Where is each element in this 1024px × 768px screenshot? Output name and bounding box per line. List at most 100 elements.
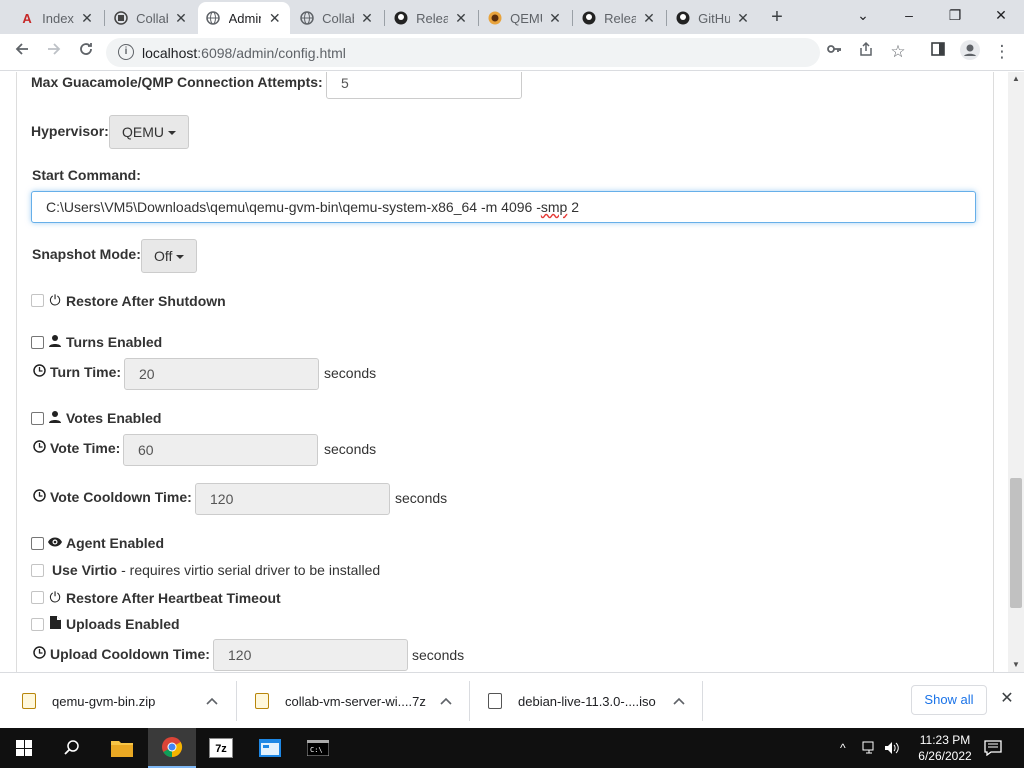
terminal-icon[interactable]: C:\ — [294, 728, 342, 768]
start-button[interactable] — [0, 728, 48, 768]
volume-icon[interactable] — [884, 728, 900, 768]
profile-avatar[interactable] — [958, 40, 982, 64]
minimize-button[interactable]: – — [886, 0, 932, 32]
clock-icon — [32, 489, 46, 505]
close-icon[interactable]: ✕ — [80, 10, 94, 27]
zip-file-icon — [22, 693, 36, 709]
download-item[interactable]: qemu-gvm-bin.zip — [22, 673, 155, 729]
tray-chevron-icon[interactable]: ^ — [840, 728, 846, 768]
key-icon[interactable] — [822, 40, 846, 64]
scroll-up-icon[interactable]: ▲ — [1008, 72, 1024, 86]
chevron-up-icon[interactable] — [206, 673, 218, 729]
start-command-label: Start Command: — [32, 167, 141, 183]
snapshot-label: Snapshot Mode: — [32, 246, 141, 262]
svg-text:C:\: C:\ — [310, 746, 323, 754]
vote-cooldown-input[interactable]: 120 — [195, 483, 390, 515]
seconds-unit: seconds — [412, 647, 465, 663]
network-icon[interactable] — [862, 728, 878, 768]
eye-icon — [48, 535, 62, 551]
page-content: Max Guacamole/QMP Connection Attempts: 5… — [0, 72, 1008, 672]
arch-icon: A — [22, 10, 32, 26]
close-window-button[interactable]: ✕ — [978, 0, 1024, 32]
caret-down-icon — [168, 131, 176, 136]
close-icon[interactable]: ✕ — [642, 10, 656, 27]
tab-github[interactable]: GitHub ✕ — [668, 2, 758, 34]
restore-heartbeat-checkbox[interactable] — [31, 591, 44, 604]
restore-shutdown-row: ⏻ Restore After Shutdown — [31, 292, 226, 309]
clock-icon — [32, 440, 46, 456]
search-icon[interactable] — [48, 728, 96, 768]
tab-collab-2[interactable]: Collab ✕ — [292, 2, 382, 34]
file-icon — [48, 616, 62, 632]
start-command-input[interactable]: C:\Users\VM5\Downloads\qemu\qemu-gvm-bin… — [31, 191, 976, 223]
7zip-icon[interactable]: 7z — [197, 728, 245, 768]
tab-index[interactable]: A Index ✕ — [12, 2, 102, 34]
max-attempts-input[interactable]: 5 — [326, 72, 522, 99]
snapshot-dropdown[interactable]: Off — [141, 239, 198, 273]
share-icon[interactable] — [854, 40, 878, 64]
vote-time-row: Vote Time: — [32, 440, 120, 456]
menu-kebab-icon[interactable]: ⋮ — [990, 40, 1014, 64]
upload-cooldown-row: Upload Cooldown Time: — [32, 646, 210, 662]
tab-search-button[interactable]: ⌄ — [840, 0, 886, 32]
close-icon[interactable]: ✕ — [454, 10, 468, 27]
download-item[interactable]: debian-live-11.3.0-....iso — [488, 673, 656, 729]
tab-releases[interactable]: Releases ✕ — [386, 2, 476, 34]
new-tab-button[interactable]: + — [766, 6, 788, 28]
app-window-icon[interactable] — [246, 728, 294, 768]
side-panel-icon[interactable] — [926, 40, 950, 64]
clock-icon — [32, 646, 46, 662]
user-icon — [48, 410, 62, 426]
turns-enabled-checkbox[interactable] — [31, 335, 44, 349]
close-icon[interactable]: ✕ — [267, 10, 282, 27]
tab-qemu[interactable]: QEMU ✕ — [480, 2, 570, 34]
show-all-button[interactable]: Show all — [911, 685, 987, 715]
download-item[interactable]: collab-vm-server-wi....7z — [255, 673, 426, 729]
file-explorer-icon[interactable] — [98, 728, 146, 768]
tab-title: Releases — [416, 10, 448, 26]
download-bar: qemu-gvm-bin.zip collab-vm-server-wi....… — [0, 672, 1024, 728]
chevron-up-icon[interactable] — [440, 673, 452, 729]
tab-releases-2[interactable]: Releases ✕ — [574, 2, 664, 34]
votes-enabled-checkbox[interactable] — [31, 411, 44, 425]
uploads-enabled-checkbox[interactable] — [31, 617, 44, 631]
chrome-icon[interactable] — [148, 728, 196, 768]
tab-admin[interactable]: Admin ✕ — [198, 2, 290, 34]
scroll-down-icon[interactable]: ▼ — [1008, 658, 1024, 672]
scroll-thumb[interactable] — [1010, 478, 1022, 608]
tab-collab[interactable]: Collab ✕ — [106, 2, 196, 34]
qemu-icon — [488, 10, 502, 26]
hypervisor-dropdown[interactable]: QEMU — [109, 115, 189, 149]
use-virtio-row: Use Virtio - requires virtio serial driv… — [31, 562, 380, 578]
url-text[interactable]: localhost:6098/admin/config.html — [142, 45, 346, 61]
power-icon: ⏻ — [49, 292, 61, 308]
close-icon[interactable]: ✕ — [174, 10, 188, 27]
reload-button[interactable] — [74, 40, 98, 64]
max-attempts-label: Max Guacamole/QMP Connection Attempts: — [31, 74, 323, 90]
bookmark-star-icon[interactable]: ☆ — [886, 40, 910, 64]
user-icon — [48, 334, 62, 350]
windows-taskbar: 7z C:\ ^ 11:23 PM 6/26/2022 — [0, 728, 1024, 768]
info-icon[interactable]: i — [118, 44, 134, 60]
turn-time-input[interactable]: 20 — [124, 358, 319, 390]
close-icon[interactable]: ✕ — [360, 10, 374, 27]
upload-cooldown-input[interactable]: 120 — [213, 639, 408, 671]
votes-enabled-row: Votes Enabled — [31, 410, 161, 426]
taskbar-clock[interactable]: 11:23 PM 6/26/2022 — [906, 732, 984, 764]
restore-shutdown-checkbox[interactable] — [31, 294, 44, 307]
github-icon — [676, 10, 690, 26]
agent-enabled-row: Agent Enabled — [31, 535, 164, 551]
use-virtio-checkbox[interactable] — [31, 563, 44, 577]
chevron-up-icon[interactable] — [673, 673, 685, 729]
close-icon[interactable]: ✕ — [548, 10, 562, 27]
page-scrollbar[interactable]: ▲ ▼ — [1008, 72, 1024, 672]
close-icon[interactable]: ✕ — [997, 689, 1017, 709]
address-bar[interactable]: i localhost:6098/admin/config.html — [106, 38, 820, 67]
vote-time-input[interactable]: 60 — [123, 434, 318, 466]
back-button[interactable] — [10, 40, 34, 64]
agent-enabled-checkbox[interactable] — [31, 536, 44, 550]
close-icon[interactable]: ✕ — [736, 10, 750, 27]
maximize-button[interactable]: ❐ — [932, 0, 978, 32]
forward-button[interactable] — [42, 40, 66, 64]
notification-icon[interactable] — [984, 728, 1002, 768]
